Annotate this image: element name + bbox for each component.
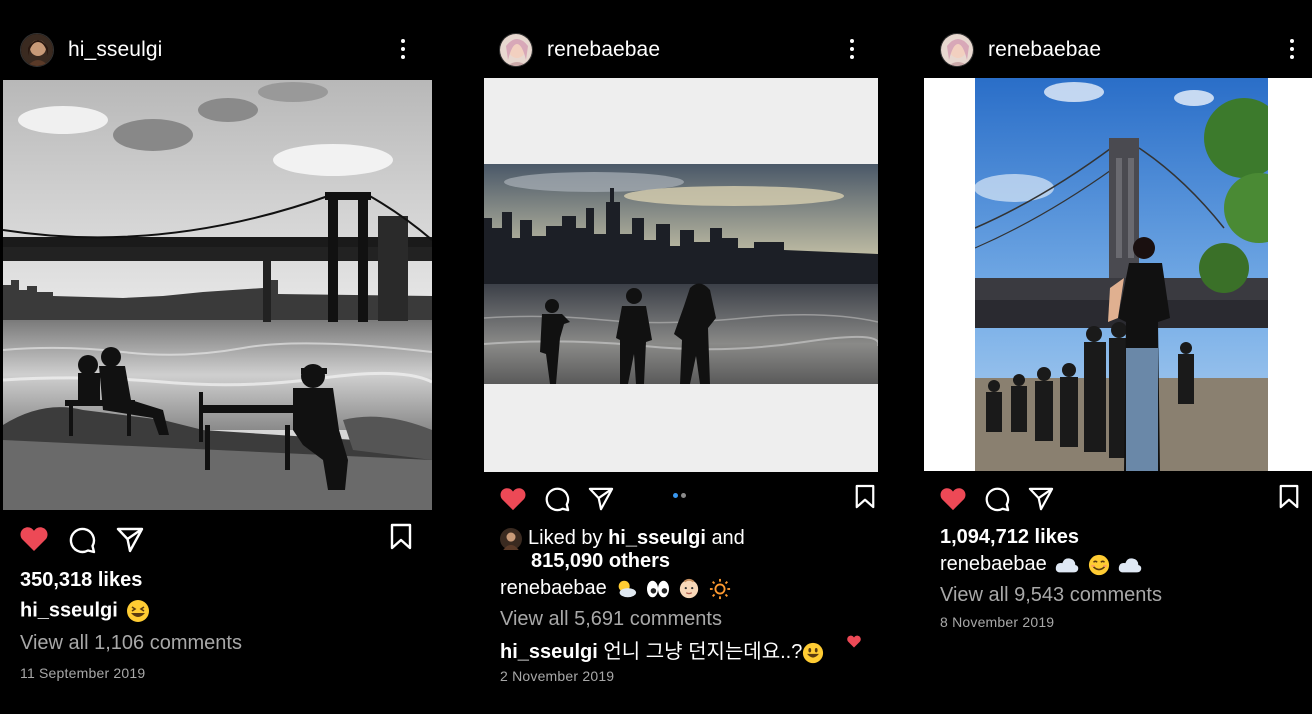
- avatar[interactable]: [940, 33, 974, 67]
- share-icon[interactable]: [1028, 487, 1054, 511]
- cloud-icon: [1119, 558, 1142, 573]
- post-date: 8 November 2019: [940, 614, 1055, 630]
- post-2: renebaebae Liked by hi_sseulgi and 815,0…: [484, 0, 880, 714]
- post-actions: [20, 523, 412, 555]
- post-date: 2 November 2019: [500, 668, 615, 684]
- cloud-icon: [1056, 558, 1079, 573]
- comment-preview: hi_sseulgi 언니 그냥 던지는데요..?: [500, 635, 824, 664]
- post-username[interactable]: renebaebae: [547, 38, 660, 62]
- caption-username[interactable]: renebaebae: [940, 553, 1047, 575]
- post-actions: [940, 484, 1300, 516]
- carousel-indicator: [673, 493, 687, 499]
- view-all-comments-link[interactable]: View all 9,543 comments: [940, 584, 1162, 607]
- comment-icon[interactable]: [68, 526, 96, 554]
- heart-filled-icon[interactable]: [500, 487, 526, 511]
- heart-filled-icon[interactable]: [940, 487, 966, 511]
- view-all-comments-link[interactable]: View all 1,106 comments: [20, 632, 242, 655]
- share-icon[interactable]: [588, 487, 614, 511]
- carousel-dot: [681, 493, 686, 498]
- caption: renebaebae: [500, 577, 731, 600]
- liked-by-and: and: [711, 527, 745, 549]
- bookmark-icon[interactable]: [389, 523, 413, 551]
- share-icon[interactable]: [116, 527, 144, 553]
- post-date: 11 September 2019: [20, 665, 146, 681]
- comment-like-heart-icon[interactable]: [847, 635, 861, 648]
- comment-text: 언니 그냥 던지는데요..?: [603, 641, 803, 663]
- post-header: renebaebae: [499, 28, 660, 72]
- view-all-comments-link[interactable]: View all 5,691 comments: [500, 608, 722, 631]
- carousel-dot-active: [673, 493, 678, 498]
- comment-username[interactable]: hi_sseulgi: [500, 641, 598, 663]
- smiley-emoji-icon: [803, 642, 824, 663]
- more-options-icon[interactable]: [399, 36, 407, 62]
- caption: hi_sseulgi: [20, 599, 150, 623]
- post-username[interactable]: renebaebae: [988, 38, 1101, 62]
- liked-by-username[interactable]: hi_sseulgi: [608, 527, 706, 549]
- more-options-icon[interactable]: [1288, 36, 1296, 62]
- comment-icon[interactable]: [984, 486, 1010, 512]
- post-1: hi_sseulgi 350,318 likes hi_sseulgi View…: [0, 0, 440, 714]
- post-photo[interactable]: [3, 80, 432, 510]
- liked-by-line: Liked by hi_sseulgi and: [500, 527, 745, 550]
- bookmark-icon[interactable]: [1278, 484, 1300, 510]
- smiling-face-icon: [1088, 554, 1109, 575]
- post-username[interactable]: hi_sseulgi: [68, 38, 162, 62]
- post-actions: [500, 484, 875, 516]
- post-header: renebaebae: [940, 28, 1101, 72]
- likes-count[interactable]: 350,318 likes: [20, 569, 142, 592]
- post-photo[interactable]: [484, 78, 878, 472]
- post-header: hi_sseulgi: [20, 28, 162, 72]
- caption-username[interactable]: renebaebae: [500, 577, 607, 599]
- post-3: renebaebae 1,094,712 likes renebaebae Vi…: [924, 0, 1312, 714]
- liked-by-prefix: Liked by: [528, 527, 603, 549]
- caption: renebaebae: [940, 553, 1142, 576]
- baby-icon: [680, 578, 699, 598]
- liked-by-avatar[interactable]: [500, 527, 522, 550]
- more-options-icon[interactable]: [848, 36, 856, 62]
- heart-filled-icon[interactable]: [20, 526, 48, 552]
- grinning-squinting-emoji-icon: [127, 600, 150, 622]
- sun-behind-cloud-icon: [619, 580, 637, 597]
- comment-icon[interactable]: [544, 486, 570, 512]
- avatar[interactable]: [499, 33, 533, 67]
- likes-count[interactable]: 1,094,712 likes: [940, 526, 1079, 549]
- bookmark-icon[interactable]: [854, 484, 876, 510]
- eyes-icon: [646, 580, 669, 597]
- sun-icon: [709, 578, 731, 599]
- liked-by-others[interactable]: 815,090 others: [531, 550, 670, 573]
- caption-username[interactable]: hi_sseulgi: [20, 599, 118, 621]
- avatar[interactable]: [20, 33, 54, 67]
- post-photo[interactable]: [924, 78, 1312, 471]
